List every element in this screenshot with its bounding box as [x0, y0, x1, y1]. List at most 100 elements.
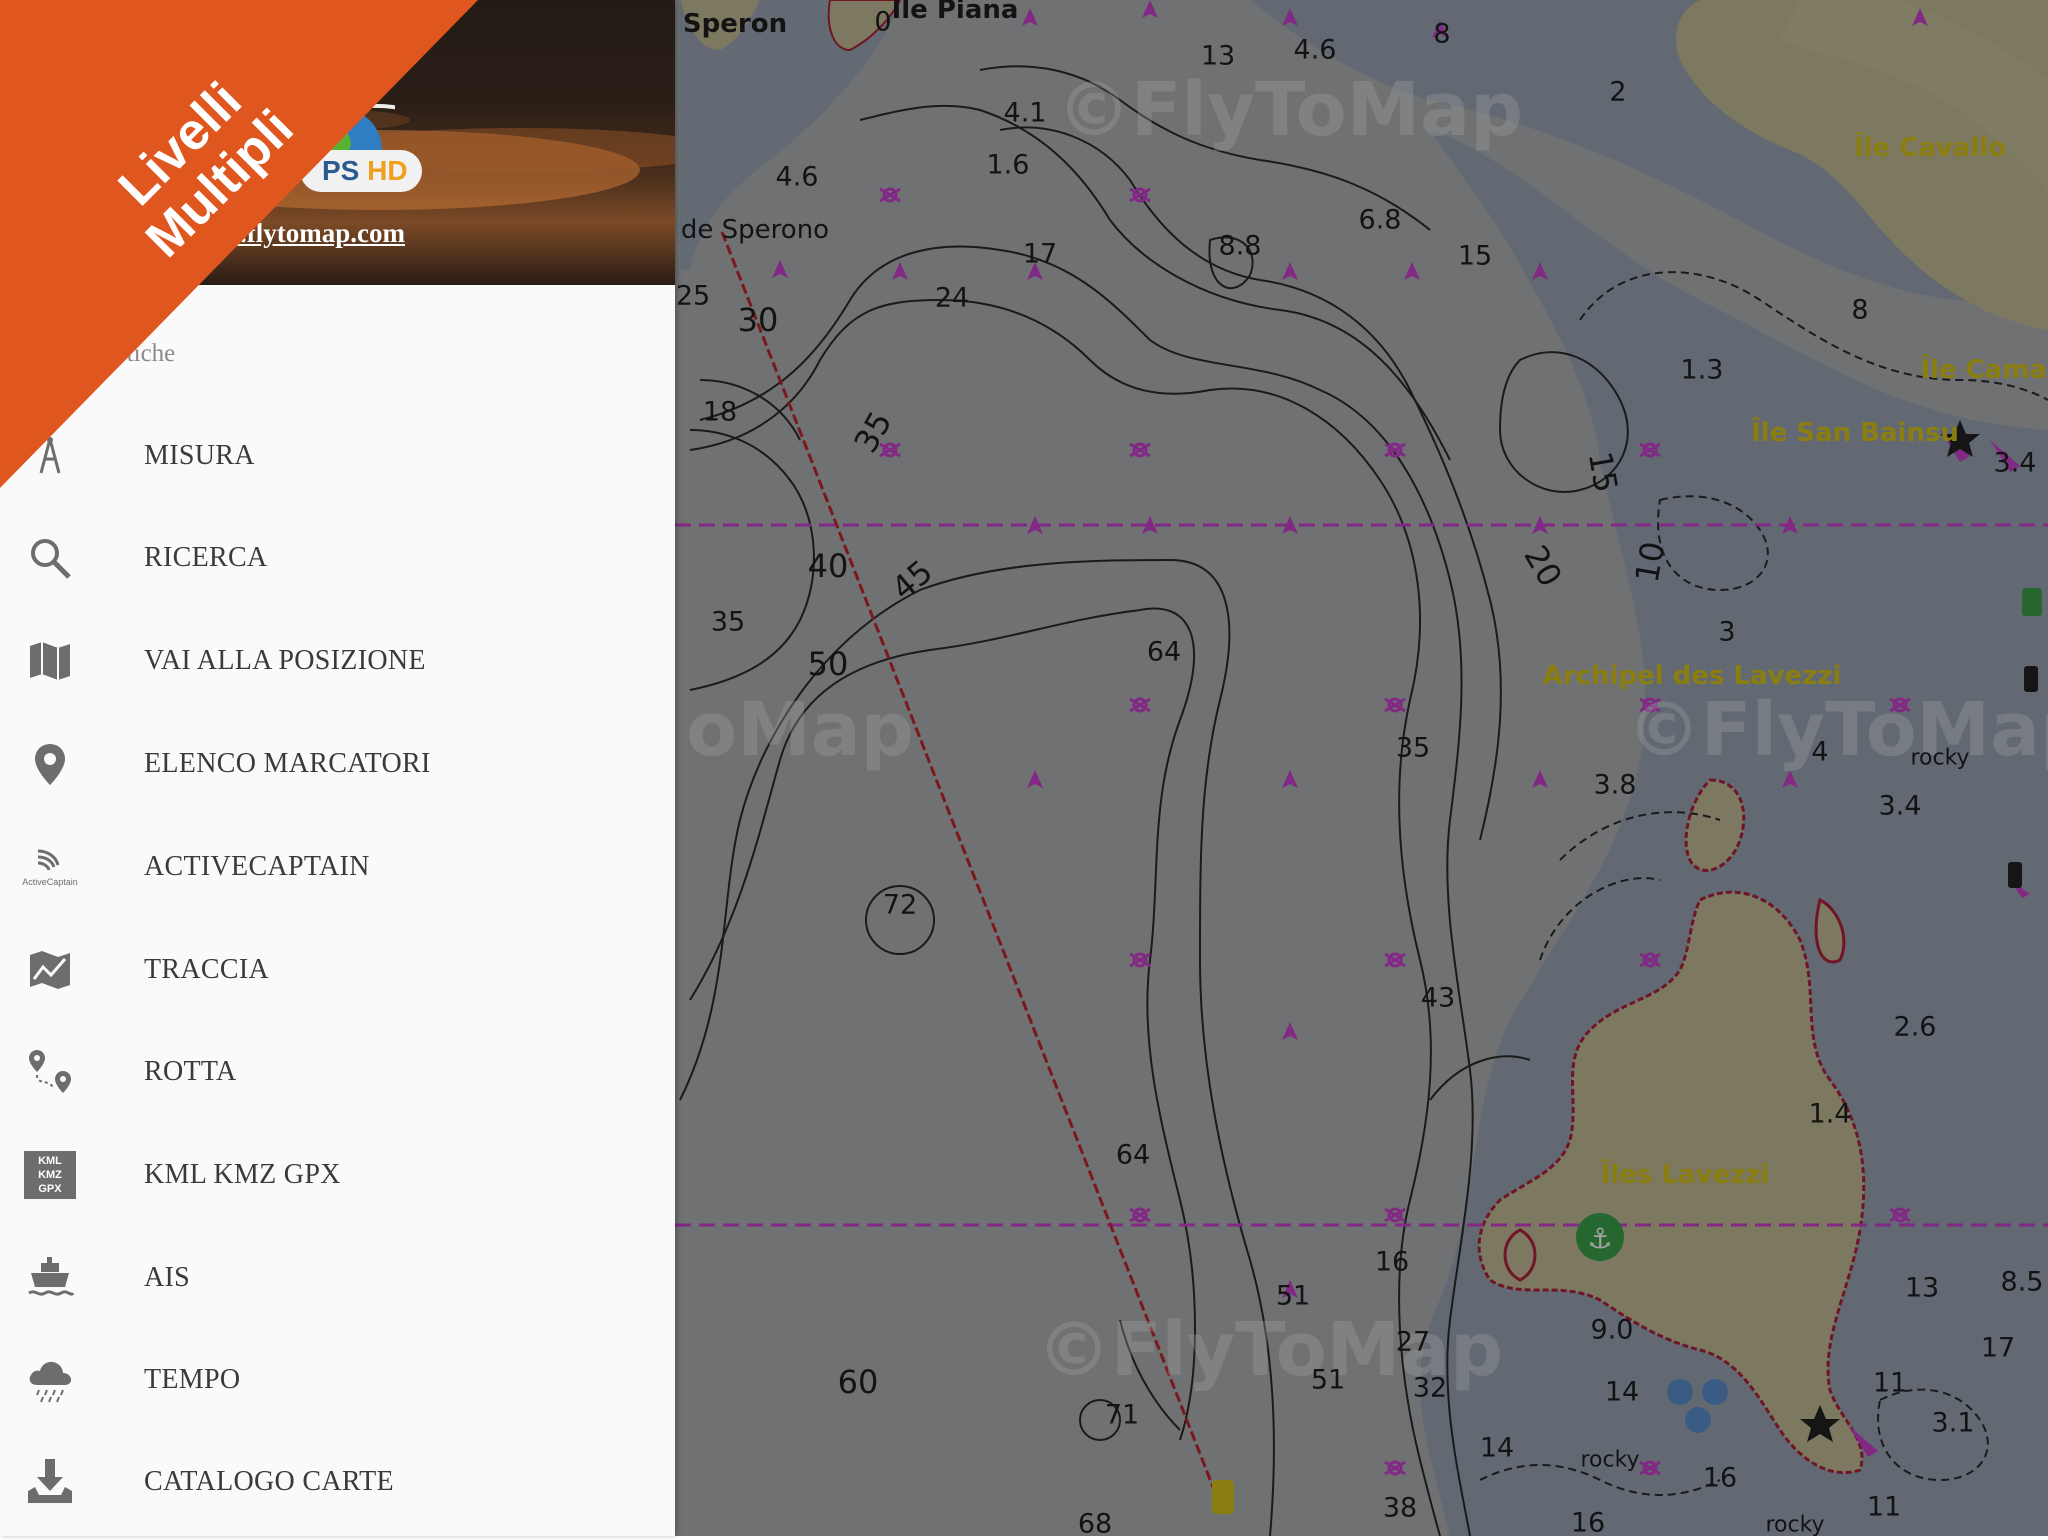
menu-label: AIS [144, 1262, 191, 1293]
menu-item-tempo[interactable]: TEMPO [0, 1330, 675, 1430]
menu-item-ais[interactable]: AIS [0, 1228, 675, 1328]
app-badge-text: PS [322, 155, 360, 186]
menu-item-traccia[interactable]: TRACCIA [0, 920, 675, 1020]
menu-item-catalogo-carte[interactable]: CATALOGO CARTE [0, 1432, 675, 1532]
depth-label: 3.4 [1878, 790, 1922, 822]
ship-icon [22, 1250, 78, 1306]
depth-label: 14 [1479, 1432, 1515, 1464]
menu-item-vai-alla-posizione[interactable]: VAI ALLA POSIZIONE [0, 611, 675, 711]
navigation-drawer: PS HD ver.flytomap.com istiche MISURA RI… [0, 0, 675, 1536]
depth-label: 10 [1627, 538, 1673, 586]
depth-label: 16 [1374, 1246, 1410, 1278]
depth-label: 35 [1395, 732, 1431, 764]
depth-label: 8.5 [2000, 1266, 2044, 1298]
depth-label: 3 [1718, 616, 1736, 648]
depth-label: 8 [1433, 18, 1451, 50]
place-ile-camar: Île Camar [1920, 355, 2048, 385]
place-rocky-1: rocky [1910, 745, 1970, 771]
depth-label: 14 [1604, 1376, 1640, 1408]
app-badge: PS HD [300, 150, 422, 192]
depth-label: 72 [882, 889, 918, 921]
depth-label: 32 [1412, 1372, 1448, 1404]
depth-label: 17 [1980, 1332, 2016, 1364]
depth-label: 16 [1570, 1507, 1606, 1539]
menu-label: ROTTA [144, 1056, 237, 1087]
menu-item-elenco-marcatori[interactable]: ELENCO MARCATORI [0, 714, 675, 814]
section-label: istiche [110, 340, 176, 367]
depth-label: 35 [710, 606, 746, 638]
depth-label: 30 [737, 301, 779, 339]
depth-label: 43 [1420, 982, 1456, 1014]
menu-item-activecaptain[interactable]: ActiveCaptain ACTIVECAPTAIN [0, 817, 675, 917]
depth-label: 13 [1200, 40, 1236, 72]
svg-text:⚓: ⚓ [1587, 1222, 1612, 1255]
depth-label: 27 [1395, 1326, 1431, 1358]
menu-label: KML KMZ GPX [144, 1159, 341, 1190]
depth-label: 4.6 [1293, 34, 1337, 66]
depth-label: 9.0 [1590, 1314, 1634, 1346]
menu-item-misura[interactable]: MISURA [0, 406, 675, 506]
depth-label: 68 [1077, 1508, 1113, 1540]
depth-label: 60 [837, 1363, 879, 1401]
depth-label: 3.1 [1931, 1407, 1975, 1439]
depth-label: 13 [1904, 1272, 1940, 1304]
drawer-header: PS HD ver.flytomap.com [0, 0, 675, 285]
depth-label: 17 [1022, 238, 1058, 270]
place-rocky-2: rocky [1580, 1447, 1640, 1473]
depth-label: 8 [1851, 294, 1869, 326]
place-de-sperono: de Sperono [680, 215, 830, 245]
place-rocky-3: rocky [1765, 1512, 1825, 1538]
gpx-icon-line: GPX [38, 1183, 62, 1195]
search-icon [22, 530, 78, 586]
depth-label: 4.6 [775, 161, 819, 193]
depth-label: 71 [1104, 1399, 1140, 1431]
depth-label: 18 [702, 396, 738, 428]
watermark-4: oMap [686, 687, 914, 773]
depth-label: 1.6 [986, 149, 1030, 181]
menu-item-rotta[interactable]: ROTTA [0, 1022, 675, 1122]
depth-label: 40 [807, 547, 849, 585]
activecaptain-icon: ActiveCaptain [22, 839, 78, 895]
download-icon [22, 1454, 78, 1510]
place-ile-piana: Île Piana [891, 0, 1019, 25]
depth-label: 16 [1702, 1462, 1738, 1494]
depth-label: 11 [1866, 1491, 1902, 1523]
depth-label: 1.4 [1808, 1098, 1852, 1130]
depth-label: 24 [934, 282, 970, 314]
website-link[interactable]: ver.flytomap.com [205, 218, 405, 249]
menu-label: VAI ALLA POSIZIONE [144, 645, 426, 676]
kml-file-icon: KML KMZ GPX [24, 1151, 76, 1199]
compass-icon [22, 428, 78, 484]
place-speron: Speron [682, 9, 788, 39]
depth-label: 4.1 [1003, 97, 1047, 129]
depth-label: 4 [1811, 736, 1829, 768]
map-icon [22, 633, 78, 689]
menu-label: CATALOGO CARTE [144, 1466, 394, 1497]
menu-item-ricerca[interactable]: RICERCA [0, 508, 675, 608]
depth-label: 15 [1580, 448, 1626, 496]
depth-label: 2 [1609, 76, 1627, 108]
route-icon [22, 1044, 78, 1100]
depth-label: 51 [1310, 1364, 1346, 1396]
depth-label: 15 [1457, 240, 1493, 272]
depth-label: 1.3 [1680, 354, 1724, 386]
depth-label: 2.6 [1893, 1011, 1937, 1043]
depth-label: 6.8 [1358, 204, 1402, 236]
activecaptain-caption: ActiveCaptain [22, 877, 78, 887]
track-map-icon [22, 942, 78, 998]
depth-label: 11 [1872, 1367, 1908, 1399]
depth-label: 3.8 [1593, 769, 1637, 801]
depth-label: 50 [807, 645, 849, 683]
depth-label: 38 [1382, 1492, 1418, 1524]
place-ile-cavallo: Île Cavallo [1853, 133, 2007, 163]
watermark-1: ©FlyToMap [1056, 67, 1524, 153]
kml-icon-line: KML [38, 1155, 62, 1167]
menu-item-kml-kmz-gpx[interactable]: KML KMZ GPX KML KMZ GPX [0, 1125, 675, 1225]
depth-label: 8.8 [1218, 230, 1262, 262]
depth-label: 64 [1146, 636, 1182, 668]
location-pin-icon [22, 736, 78, 792]
watermark-2: ©FlyToMap [1626, 687, 2048, 773]
app-badge-hd: HD [367, 155, 408, 186]
anchorage-icon: ⚓ [1576, 1213, 1624, 1261]
depth-label: 0 [874, 6, 892, 38]
